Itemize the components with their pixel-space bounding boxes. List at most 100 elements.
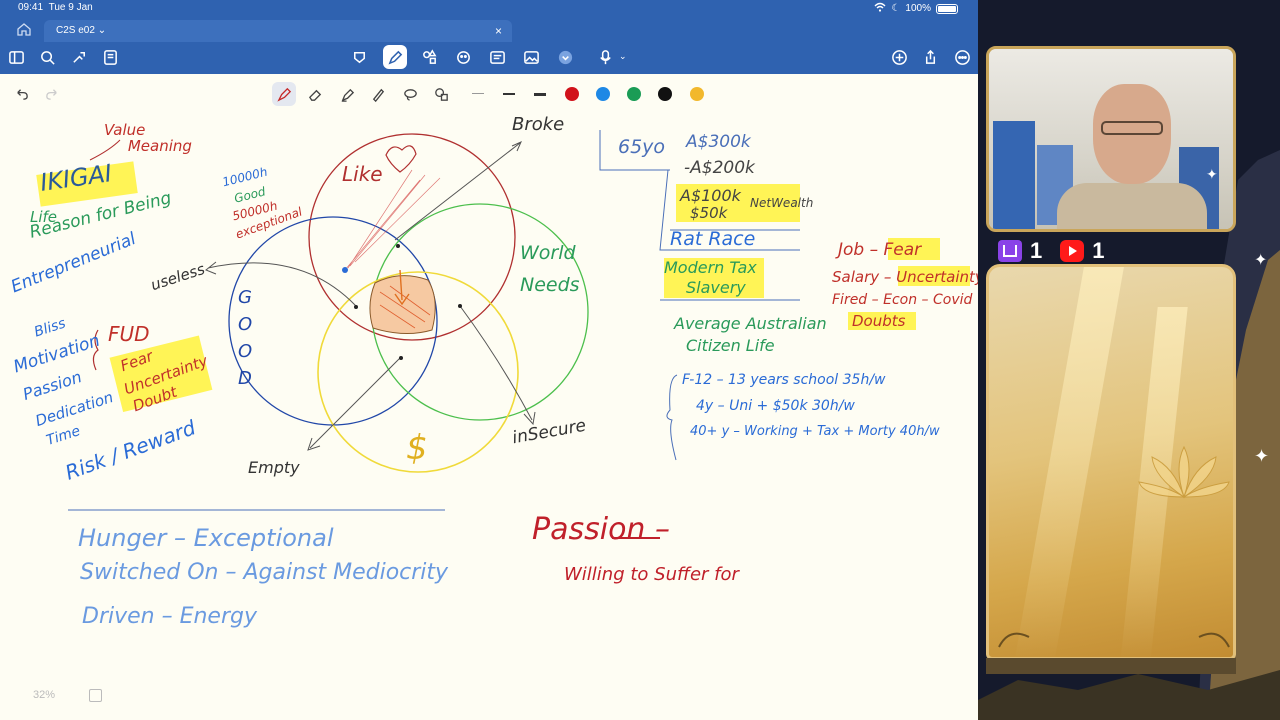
page-icon[interactable] (98, 45, 122, 69)
youtube-count: 1 (1092, 238, 1105, 263)
app-top-bar: 09:41 Tue 9 Jan ☾ 100% C2S e02 ⌄ × ⌄ (0, 0, 978, 74)
share-icon[interactable] (918, 45, 942, 69)
twitch-count: 1 (1030, 238, 1043, 263)
chevron-down-icon[interactable]: ⌄ (98, 25, 106, 36)
search-icon[interactable] (35, 45, 59, 69)
amount-100k: A$100k (680, 186, 741, 205)
pen-icon[interactable] (383, 45, 407, 69)
stroke-medium[interactable] (503, 93, 515, 95)
home-icon[interactable] (16, 21, 34, 39)
fountain-pen-icon[interactable] (272, 82, 296, 106)
status-indicators: ☾ 100% (874, 2, 958, 15)
color-yellow[interactable] (690, 87, 704, 101)
sticker-icon[interactable] (451, 45, 475, 69)
timeline-school: F-12 – 13 years school 35h/w (682, 372, 886, 388)
net-wealth-label: NetWealth (750, 196, 814, 210)
stream-overlay: 1 1 ✦ ✦ ✦ (978, 0, 1280, 720)
switched-on-label: Switched On – Against Mediocrity (80, 560, 449, 585)
passion-subtitle: Willing to Suffer for (564, 564, 739, 585)
undo-icon[interactable] (9, 82, 33, 106)
stroke-thin[interactable] (472, 93, 484, 94)
passion-title: Passion – (532, 512, 670, 547)
zoom-indicator: 32% (33, 689, 56, 701)
amount-300k: A$300k (686, 132, 751, 152)
youtube-viewers: 1 (1060, 238, 1105, 264)
lasso-select-icon[interactable] (398, 82, 422, 106)
lasso-icon[interactable] (347, 45, 371, 69)
shape-tool-icon[interactable] (429, 82, 453, 106)
chat-panel (986, 264, 1236, 660)
job-fear-label: Job – Fear (838, 240, 922, 260)
lotus-icon (998, 445, 1230, 648)
main-toolbar: ⌄ (0, 42, 978, 72)
status-clock: 09:41 Tue 9 Jan (18, 2, 93, 13)
average-australian-label: Average Australian (674, 314, 827, 333)
pencil-icon[interactable] (366, 82, 390, 106)
color-black[interactable] (658, 87, 672, 101)
shapes-icon[interactable] (417, 45, 441, 69)
color-blue[interactable] (596, 87, 610, 101)
sparkle-icon: ✦ (1206, 166, 1218, 182)
amount-50k: $50k (690, 204, 728, 222)
doubts-label: Doubts (852, 312, 906, 330)
close-tab-icon[interactable]: × (495, 20, 502, 42)
image-icon[interactable] (519, 45, 543, 69)
amount-200k: -A$200k (684, 158, 755, 178)
venn-money: $ (406, 428, 428, 468)
highlighter-icon[interactable] (335, 82, 359, 106)
page-layout-icon[interactable] (89, 689, 102, 702)
wifi-icon (874, 2, 886, 15)
venn-good: G O O D (238, 287, 253, 389)
eraser-icon[interactable] (303, 82, 327, 106)
more-tools-icon[interactable] (553, 45, 577, 69)
mic-icon[interactable] (593, 45, 617, 69)
sparkle-icon: ✦ (1254, 252, 1268, 269)
sidebar-icon[interactable] (4, 45, 28, 69)
citizen-life-label: Citizen Life (686, 336, 775, 355)
text-icon[interactable] (485, 45, 509, 69)
document-tabs: C2S e02 ⌄ × (0, 18, 978, 42)
status-time: 09:41 (18, 2, 44, 13)
add-icon[interactable] (887, 45, 911, 69)
venn-world: World (520, 242, 576, 264)
status-date: Tue 9 Jan (48, 2, 93, 13)
battery-percent: 100% (905, 3, 931, 14)
timeline-uni: 4y – Uni + $50k 30h/w (696, 398, 855, 414)
hunger-label: Hunger – Exceptional (78, 524, 334, 552)
webcam-feed (986, 46, 1236, 232)
rat-race-label: Rat Race (670, 228, 756, 250)
color-red[interactable] (565, 87, 579, 101)
stroke-thick[interactable] (534, 93, 546, 96)
venn-like: Like (342, 162, 383, 186)
chevron-down-icon[interactable]: ⌄ (619, 51, 627, 62)
meaning-label: Meaning (127, 137, 192, 155)
battery-icon (936, 3, 958, 14)
color-green[interactable] (627, 87, 641, 101)
bookmark-icon[interactable] (67, 45, 91, 69)
moon-icon: ☾ (891, 3, 901, 14)
venn-needs: Needs (520, 274, 580, 296)
tab-title: C2S e02 (56, 25, 95, 36)
twitch-viewers: 1 (998, 238, 1042, 264)
notes-app: 09:41 Tue 9 Jan ☾ 100% C2S e02 ⌄ × ⌄ Val… (0, 0, 978, 720)
drawing-toolbar (0, 80, 978, 108)
youtube-icon (1060, 240, 1085, 262)
ikigai-value-meaning: Value Meaning (104, 122, 192, 154)
chat-panel-base (986, 658, 1236, 674)
broke-label: Broke (512, 114, 565, 135)
note-canvas[interactable]: Value Meaning IKIGAI Life Reason for Bei… (0, 108, 978, 720)
empty-label: Empty (248, 458, 300, 477)
fud-title: FUD (108, 322, 150, 346)
tab-document[interactable]: C2S e02 ⌄ × (44, 20, 512, 42)
redo-icon[interactable] (40, 82, 64, 106)
viewer-counts: 1 1 (998, 238, 1105, 264)
driven-label: Driven – Energy (82, 604, 257, 629)
age-label: 65yo (618, 136, 666, 158)
salary-uncertainty-label: Salary – Uncertainty (832, 268, 978, 286)
timeline-working: 40+ y – Working + Tax + Morty 40h/w (690, 424, 940, 439)
slavery-label: Slavery (686, 278, 746, 297)
modern-tax-label: Modern Tax (664, 258, 757, 277)
fired-covid-label: Fired – Econ – Covid (832, 292, 973, 308)
more-icon[interactable] (950, 45, 974, 69)
twitch-icon (998, 240, 1022, 262)
